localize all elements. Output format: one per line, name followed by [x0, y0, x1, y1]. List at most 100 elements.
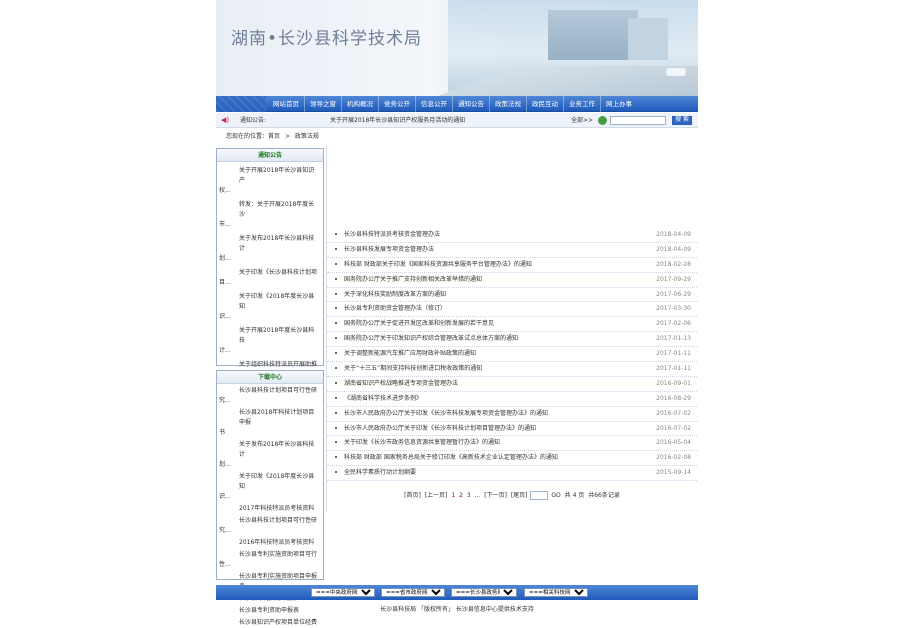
- link-select-science[interactable]: ===相关科技网站===: [524, 588, 588, 597]
- link-select-province[interactable]: ===省市政府网站===: [381, 588, 445, 597]
- search-input[interactable]: [610, 116, 666, 125]
- sidebar-notice-item-title: 关于发布2018年长沙县科技计: [239, 235, 315, 252]
- sidebar-notice-item[interactable]: 关于印发《长沙县科技计划项 目...: [217, 268, 323, 288]
- breadcrumb-home[interactable]: 您现在的位置：首页: [226, 133, 280, 140]
- nav-item-organization[interactable]: 机构概况: [341, 96, 378, 112]
- sidebar-notice-item[interactable]: 关于印发《2018年度长沙县知 识...: [217, 292, 323, 322]
- pager-next[interactable]: [下一页]: [484, 492, 507, 499]
- policy-row: 科技部 财政部 国家税务总局关于修订印发《高新技术企业认定管理办法》的通知 201…: [327, 451, 697, 467]
- policy-row: 国务院办公厅关于促进开发区改革和创新发展的若干意见 2017-02-06: [327, 317, 697, 333]
- pager-page-2[interactable]: 2: [459, 492, 463, 499]
- bullet-icon: [335, 322, 337, 325]
- policy-title-link[interactable]: 长沙县专利资助资金管理办法（修订）: [344, 302, 446, 317]
- sidebar-download-item[interactable]: 长沙县知识产权项目单位经费使...: [217, 618, 323, 628]
- policy-title-link[interactable]: 长沙市人民政府办公厅关于印发《长沙市科技发展专项资金管理办法》的通知: [344, 407, 548, 422]
- policy-title-link[interactable]: 长沙市人民政府办公厅关于印发《长沙市科技计划项目管理办法》的通知: [344, 422, 536, 437]
- nav-item-policies[interactable]: 政策法规: [489, 96, 526, 112]
- sidebar-download-item[interactable]: 长沙县2018年科技计划项目申报书: [217, 408, 323, 438]
- bullet-icon: [335, 277, 337, 280]
- policy-title-link[interactable]: 关于“十三五”期间支持科技创新进口税收政策的通知: [344, 362, 482, 377]
- policy-row: 国务院办公厅关于推广支持创新相关改革举措的通知 2017-09-29: [327, 273, 697, 288]
- sidebar-notice-item-title: 关于开展2018年长沙县知识产: [239, 167, 315, 184]
- policy-title-link[interactable]: 国务院办公厅关于印发知识产权综合管理改革试点总体方案的通知: [344, 332, 518, 347]
- pager-first[interactable]: [首页]: [404, 492, 421, 499]
- policy-row: 长沙县科技特派员考核资金管理办法 2018-04-09: [327, 228, 697, 243]
- pager-page-3[interactable]: 3: [467, 492, 471, 499]
- sidebar-download-item[interactable]: 关于印发《2018年度长沙县知 识...: [217, 472, 323, 502]
- policy-date: 2015-09-14: [656, 469, 691, 477]
- bullet-icon: [335, 471, 337, 474]
- sidebar-download-item[interactable]: 2017年科技特派员考核资料: [217, 504, 323, 514]
- policy-date: 2018-02-28: [656, 260, 691, 268]
- policy-row: 长沙县科技发展专项资金管理办法 2018-04-09: [327, 243, 697, 258]
- nav-item-online-service[interactable]: 网上办事: [600, 96, 637, 112]
- policy-date: 2018-04-09: [656, 231, 691, 238]
- sidebar-download-item-title-cont: 识...: [219, 493, 231, 500]
- sidebar-download-item[interactable]: 长沙县科技计划项目可行性研 究...: [217, 386, 323, 406]
- policy-title-link[interactable]: 长沙县科技发展专项资金管理办法: [344, 243, 434, 258]
- sidebar-download-item-title: 关于发布2018年长沙县科技计: [239, 441, 315, 458]
- bullet-icon: [335, 307, 337, 310]
- nav-item-home[interactable]: 网站首页: [268, 96, 304, 112]
- policy-title-link[interactable]: 关于印发《长沙市政务信息资源共享管理暂行办法》的通知: [344, 436, 500, 451]
- sidebar-notice-item-title: 转发：关于开展2018年度长沙: [239, 201, 315, 218]
- nav-item-notices[interactable]: 通知公告: [452, 96, 489, 112]
- bullet-icon: [335, 396, 337, 399]
- policy-date: 2017-01-11: [656, 365, 691, 373]
- policy-title-link[interactable]: 全民科学素质行动计划纲要: [344, 466, 416, 481]
- policy-row: 关于“十三五”期间支持科技创新进口税收政策的通知 2017-01-11: [327, 362, 697, 377]
- sidebar-download-item[interactable]: 2016年科技特派员考核资料: [217, 538, 323, 548]
- policy-title-link[interactable]: 关于深化科技奖励制度改革方案的通知: [344, 288, 446, 303]
- sidebar-notice-title: 通知公告: [217, 149, 323, 162]
- policy-row: 关于调整新能源汽车推广应用财政补贴政策的通知 2017-01-11: [327, 347, 697, 363]
- policy-date: 2017-03-30: [656, 305, 691, 313]
- nav-item-business[interactable]: 业务工作: [563, 96, 600, 112]
- policy-title-link[interactable]: 《湖南省科学技术进步条例》: [344, 392, 422, 407]
- bullet-icon: [335, 352, 337, 355]
- site-title: 湖南•长沙县科学技术局: [231, 29, 423, 49]
- banner-building: [628, 18, 668, 60]
- pager-jump-input[interactable]: [530, 491, 549, 500]
- link-select-central[interactable]: ===中央政府网站===: [311, 588, 375, 597]
- sidebar-notice-box: 通知公告 关于开展2018年长沙县知识产 权... 转发：关于开展2018年度长沙市…: [216, 148, 324, 480]
- policy-row: 关于深化科技奖励制度改革方案的通知 2017-06-29: [327, 288, 697, 303]
- notice-message-link[interactable]: 关于开展2018年长沙县知识产权服务月活动的通知: [330, 113, 465, 128]
- pager-total-pages: 共 4 页: [564, 492, 585, 499]
- policy-title-link[interactable]: 国务院办公厅关于促进开发区改革和创新发展的若干意见: [344, 317, 494, 332]
- bullet-icon: [335, 381, 337, 384]
- policy-title-link[interactable]: 科技部 财政部关于印发《国家科技资源共享服务平台管理办法》的通知: [344, 258, 532, 273]
- breadcrumb-current: 政策法规: [294, 133, 319, 140]
- sidebar-notice-item-title-cont: 划...: [219, 255, 231, 262]
- policy-row: 科技部 财政部关于印发《国家科技资源共享服务平台管理办法》的通知 2018-02-…: [327, 258, 697, 273]
- sidebar-download-item[interactable]: 长沙县专利实施资助项目可行 性...: [217, 550, 323, 570]
- nav-item-interaction[interactable]: 政民互动: [526, 96, 563, 112]
- pagination: [首页] [上一页] 1 2 3 ... [下一页] [尾页] GO 共 4 页…: [327, 491, 697, 501]
- bullet-icon: [335, 337, 337, 340]
- sidebar-notice-item[interactable]: 转发：关于开展2018年度长沙 市...: [217, 200, 323, 230]
- sidebar-notice-item[interactable]: 关于开展2018年度长沙县科技 计...: [217, 326, 323, 356]
- policy-title-link[interactable]: 国务院办公厅关于推广支持创新相关改革举措的通知: [344, 273, 482, 288]
- pager-go-button[interactable]: GO: [551, 492, 560, 499]
- pager-prev[interactable]: [上一页]: [425, 492, 448, 499]
- policy-title-link[interactable]: 关于调整新能源汽车推广应用财政补贴政策的通知: [344, 347, 476, 362]
- link-select-county[interactable]: ===长沙县政务网站===: [451, 588, 517, 597]
- sidebar-download-item-title: 长沙县专利实施资助项目可行: [239, 551, 318, 558]
- policy-title-link[interactable]: 湖南省知识产权战略推进专项资金管理办法: [344, 377, 458, 392]
- nav-item-party-affairs[interactable]: 党务公开: [378, 96, 415, 112]
- sidebar-notice-item[interactable]: 关于发布2018年长沙县科技计划...: [217, 234, 323, 264]
- policy-date: 2016-07-02: [656, 424, 691, 432]
- sidebar-notice-item[interactable]: 关于开展2018年长沙县知识产 权...: [217, 166, 323, 196]
- search-scope[interactable]: 全部>>: [571, 113, 593, 128]
- nav-item-leaders[interactable]: 领导之窗: [304, 96, 341, 112]
- search-button[interactable]: 搜 索: [672, 116, 692, 125]
- pager-last[interactable]: [尾页]: [511, 492, 528, 499]
- policy-title-link[interactable]: 科技部 财政部 国家税务总局关于修订印发《高新技术企业认定管理办法》的通知: [344, 451, 558, 466]
- policy-date: 2017-02-06: [656, 320, 691, 328]
- sidebar-notice-item-title: 关于开展2018年度长沙县科技: [239, 327, 315, 344]
- sidebar-download-item[interactable]: 关于发布2018年长沙县科技计 划...: [217, 440, 323, 470]
- page: 湖南•长沙县科学技术局 网站首页 领导之窗 机构概况 党务公开 信息公开 通知公…: [216, 0, 698, 628]
- bullet-icon: [335, 233, 337, 235]
- sidebar-download-item[interactable]: 长沙县科技计划项目可行性研 究...: [217, 516, 323, 536]
- policy-title-link[interactable]: 长沙县科技特派员考核资金管理办法: [344, 228, 440, 243]
- nav-item-info-disclosure[interactable]: 信息公开: [415, 96, 452, 112]
